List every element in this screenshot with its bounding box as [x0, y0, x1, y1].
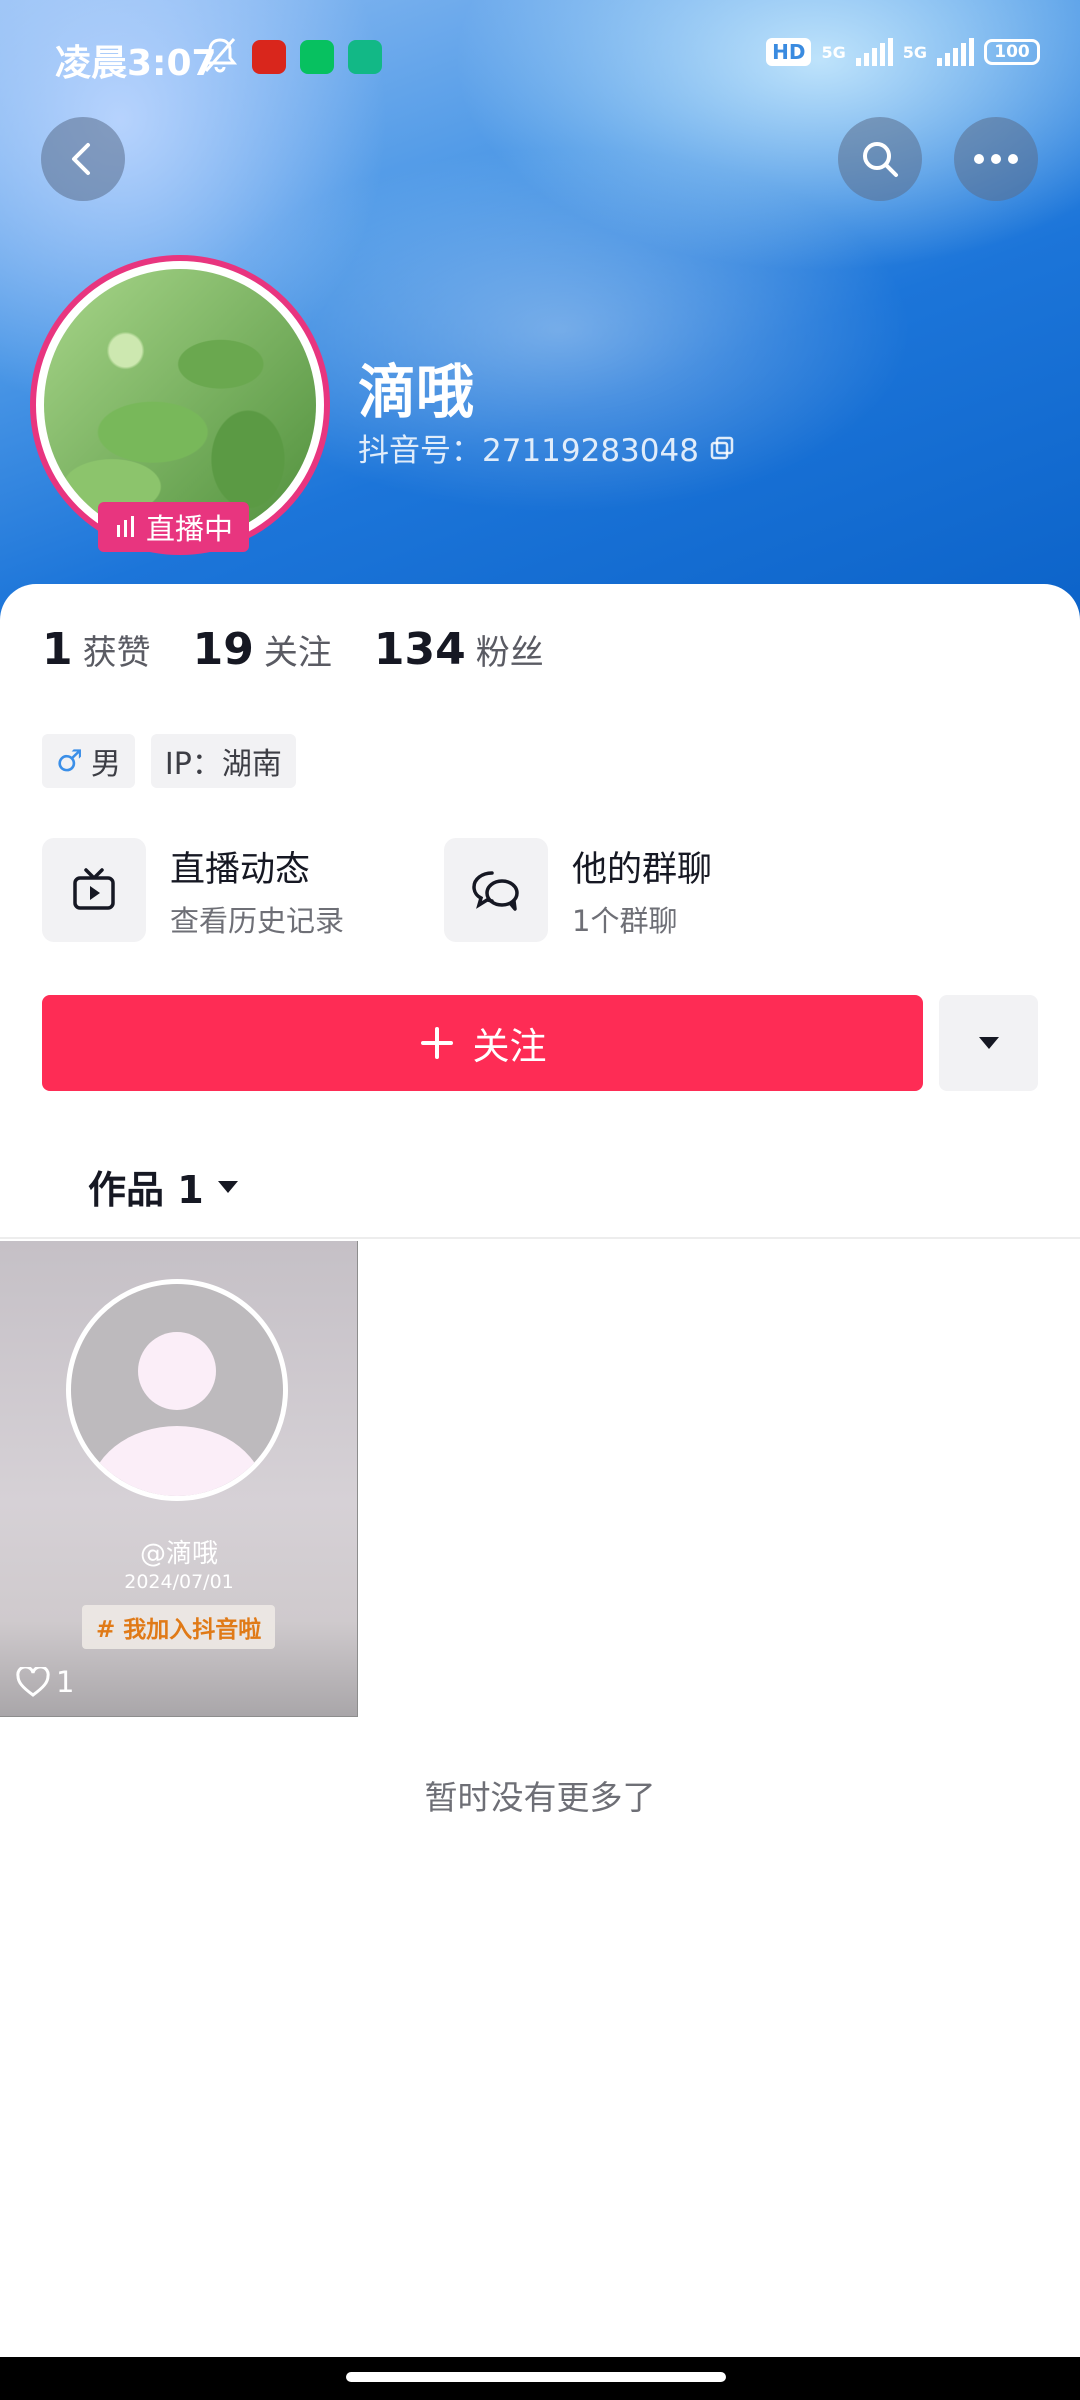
gender-label: 男	[90, 747, 121, 782]
live-history-subtitle: 查看历史记录	[170, 903, 345, 938]
status-bar: 凌晨3:07 HD 5G 5G 100	[0, 0, 1080, 115]
follow-label: 关注	[472, 1025, 547, 1068]
live-badge[interactable]: 直播中	[98, 502, 250, 552]
video-user: @滴哦	[139, 1539, 218, 1569]
more-button[interactable]	[954, 117, 1038, 201]
home-indicator[interactable]	[346, 2372, 726, 2382]
live-history-title: 直播动态	[170, 849, 311, 890]
search-button[interactable]	[838, 117, 922, 201]
chevron-left-icon	[72, 143, 90, 175]
video-thumbnail[interactable]: @滴哦 2024/07/01 # 我加入抖音啦 1	[0, 1241, 358, 1717]
plus-icon	[420, 1027, 453, 1059]
tab-works[interactable]: 作品 1	[88, 1159, 240, 1214]
video-likes: 1	[16, 1665, 74, 1699]
stat-followers-label: 粉丝	[475, 633, 544, 673]
bell-off-icon	[202, 36, 238, 78]
follow-button[interactable]: 关注	[42, 995, 923, 1091]
male-icon: ♂	[56, 743, 83, 779]
group-chat-title: 他的群聊	[572, 849, 713, 890]
video-likes-count: 1	[56, 1665, 75, 1699]
live-bars-icon	[117, 516, 134, 537]
wechat-icon	[300, 40, 334, 74]
jd-app-icon	[252, 40, 286, 74]
video-date: 2024/07/01	[124, 1571, 234, 1593]
video-hashtag: # 我加入抖音啦	[82, 1605, 276, 1649]
signal-icon-2	[937, 38, 974, 66]
chat-bubbles-icon	[444, 838, 548, 942]
live-history-shortcut[interactable]: 直播动态 查看历史记录	[42, 838, 394, 942]
stat-followers-value: 134	[373, 624, 466, 675]
hd-badge: HD	[766, 38, 812, 66]
follow-dropdown-button[interactable]	[939, 995, 1038, 1091]
tv-icon	[42, 838, 146, 942]
ip-tag: IP：湖南	[150, 734, 296, 788]
douyin-id[interactable]: 抖音号：27119283048	[358, 425, 735, 470]
placeholder-avatar-icon	[66, 1279, 288, 1501]
avatar-image	[44, 269, 316, 541]
profile-tags: ♂ 男 IP：湖南	[42, 734, 296, 788]
back-button[interactable]	[41, 117, 125, 201]
stat-followers[interactable]: 134 粉丝	[374, 624, 544, 675]
battery-icon: 100	[984, 39, 1040, 65]
profile-nickname: 滴哦	[358, 358, 475, 426]
douyin-id-text: 抖音号：27119283048	[358, 433, 699, 469]
stat-following-value: 19	[192, 624, 254, 675]
stat-likes-label: 获赞	[82, 633, 151, 673]
stat-likes-value: 1	[42, 624, 73, 675]
profile-card: 1获赞 19关注 134粉丝 ♂ 男 IP：湖南 直播动态 查看历史记录	[0, 584, 1080, 2400]
no-more-text: 暂时没有更多了	[424, 1778, 656, 1817]
tab-divider	[0, 1237, 1080, 1239]
stat-following[interactable]: 19 关注	[193, 624, 332, 675]
ip-label: IP：湖南	[164, 747, 282, 782]
profile-stats: 1 获赞 19 关注 134 粉丝	[42, 624, 544, 675]
status-time: 凌晨3:07	[55, 43, 217, 84]
network-label-2: 5G	[902, 42, 927, 62]
stat-following-label: 关注	[263, 633, 332, 673]
caret-down-icon	[978, 1037, 999, 1049]
group-chat-subtitle: 1个群聊	[572, 903, 678, 938]
more-dots-icon	[974, 154, 1018, 164]
feature-shortcuts: 直播动态 查看历史记录 他的群聊 1个群聊	[42, 838, 796, 942]
search-icon	[863, 142, 898, 177]
heart-icon	[16, 1667, 50, 1697]
app-notification-icon	[348, 40, 382, 74]
status-right: HD 5G 5G 100	[766, 38, 1040, 66]
caret-down-icon	[217, 1180, 238, 1193]
signal-icon	[855, 38, 893, 66]
live-badge-label: 直播中	[146, 512, 234, 546]
group-chat-shortcut[interactable]: 他的群聊 1个群聊	[444, 838, 796, 942]
gender-tag: ♂ 男	[42, 734, 135, 788]
stat-likes[interactable]: 1 获赞	[42, 624, 151, 675]
network-label-1: 5G	[821, 42, 846, 62]
copy-icon[interactable]	[709, 435, 735, 461]
tab-works-label: 作品 1	[88, 1168, 204, 1212]
